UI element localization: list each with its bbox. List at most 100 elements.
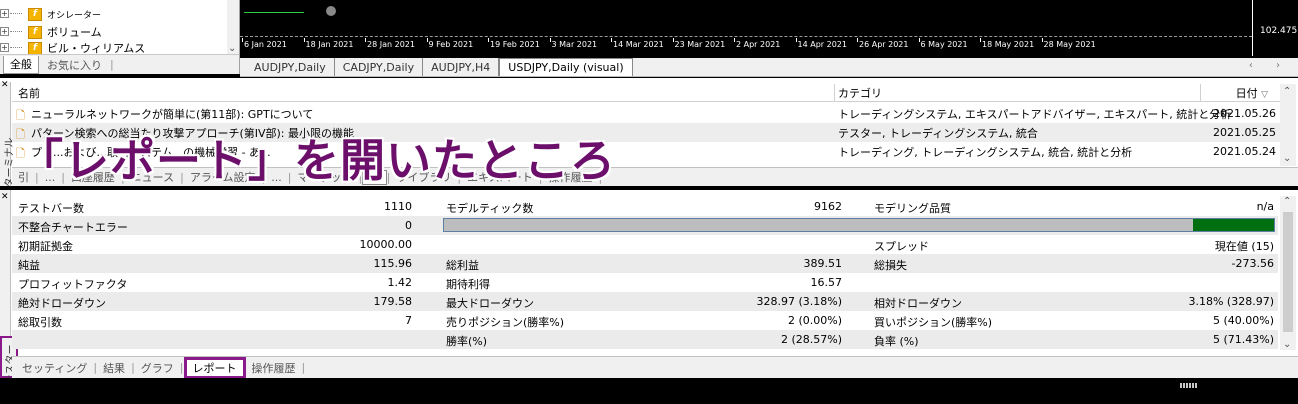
date-tick — [611, 38, 612, 42]
date-tick — [857, 38, 858, 42]
tab-report[interactable]: レポート — [183, 356, 246, 379]
date-tick — [734, 38, 735, 42]
report-label: モデリング品質 — [874, 202, 951, 215]
date-label: 3 Mar 2021 — [551, 40, 598, 49]
news-row[interactable]: 🗋 ニューラルネットワークが簡単に(第11部): GPTについて トレーディング… — [12, 104, 1280, 123]
date-axis: 6 Jan 2021 18 Jan 2021 28 Jan 2021 9 Feb 20… — [240, 38, 1254, 56]
report-row: 純益 115.96 総利益 389.51 総損失 -273.56 — [12, 254, 1278, 273]
news-category: トレーディング, トレーディングシステム, 統合, 統計と分析 — [838, 145, 1133, 159]
date-label: 28 May 2021 — [1043, 40, 1096, 49]
date-tick — [426, 38, 428, 42]
tab-favorites[interactable]: お気に入り — [39, 57, 110, 73]
report-value: 7 — [405, 314, 412, 327]
tab-separator: | — [110, 58, 114, 71]
report-value: 2 (28.57%) — [780, 333, 842, 346]
close-icon[interactable]: ✕ — [1, 192, 9, 202]
news-table-header: 名前 カテゴリ 日付 ▽ — [12, 84, 1280, 102]
navigator-item-label: ボリューム — [47, 26, 102, 39]
date-label: 26 Apr 2021 — [859, 40, 909, 49]
tab-settings[interactable]: セッティング — [16, 360, 93, 376]
report-row: 初期証拠金 10000.00 スプレッド 現在値 (15) — [12, 235, 1278, 254]
news-date: 2021.05.26 — [1213, 107, 1276, 120]
expand-icon[interactable]: + — [0, 43, 9, 52]
date-label: 18 Jan 2021 — [305, 40, 354, 49]
news-date: 2021.05.25 — [1213, 126, 1276, 139]
date-tick — [795, 38, 797, 42]
navigator-scrollbar[interactable]: ⌄ — [227, 0, 239, 56]
expand-icon[interactable]: + — [0, 9, 9, 18]
connection-meter-icon — [1180, 383, 1198, 388]
price-level-line — [240, 36, 1252, 37]
date-label: 2 Apr 2021 — [736, 40, 781, 49]
date-tick — [549, 38, 551, 42]
date-label: 18 May 2021 — [982, 40, 1035, 49]
chevron-down-icon[interactable]: ⌄ — [228, 43, 236, 54]
scroll-thumb[interactable] — [1283, 212, 1293, 332]
sort-arrow-icon: ▽ — [1261, 89, 1268, 100]
scroll-down-icon[interactable]: ⌄ — [1283, 153, 1291, 164]
column-header-date[interactable]: 日付 ▽ — [1236, 85, 1268, 101]
tab-scroll-arrows-icon[interactable]: ‹ › — [1249, 60, 1290, 71]
report-label: 期待利得 — [446, 278, 490, 291]
news-scrollbar[interactable]: ⌃ ⌄ — [1280, 84, 1296, 166]
navigator-item-volumes[interactable]: + f ボリューム — [0, 24, 102, 40]
price-label: 102.475 — [1260, 26, 1298, 36]
date-tick — [980, 38, 981, 42]
tester-scrollbar[interactable]: ⌃ ⌄ — [1280, 196, 1296, 350]
tab-chart-usdjpy-daily-visual[interactable]: USDJPY,Daily (visual) — [499, 58, 633, 76]
report-value: 115.96 — [373, 257, 413, 270]
navigator-item-label: オシレーター — [47, 10, 102, 21]
column-header-category[interactable]: カテゴリ — [838, 85, 882, 101]
date-tick — [672, 38, 674, 42]
tab-chart-cadjpy-daily[interactable]: CADJPY,Daily — [335, 58, 424, 76]
scroll-up-icon[interactable]: ⌃ — [1283, 196, 1291, 207]
navigator-tabs: 全般 お気に入り | — [0, 54, 239, 74]
column-header-name[interactable]: 名前 — [18, 85, 40, 101]
report-label: 総利益 — [446, 259, 479, 272]
function-icon: f — [28, 7, 42, 21]
chart-tabs: AUDJPY,Daily CADJPY,Daily AUDJPY,H4 USDJ… — [240, 58, 1298, 77]
report-value: 1110 — [384, 200, 412, 213]
expand-icon[interactable]: + — [0, 27, 9, 36]
navigator-item-oscillators[interactable]: + f オシレーター — [0, 6, 102, 22]
date-label: 14 Mar 2021 — [613, 40, 664, 49]
column-header-date-label: 日付 — [1235, 86, 1258, 100]
date-label: 19 Feb 2021 — [490, 40, 540, 49]
tab-chart-audjpy-h4[interactable]: AUDJPY,H4 — [423, 58, 500, 76]
navigator-panel: + f オシレーター + f ボリューム + f ビル・ウィリアムス ⌄ 全般 … — [0, 0, 240, 74]
report-value: 2 (0.00%) — [787, 314, 842, 327]
report-label: スプレッド — [874, 240, 929, 253]
close-icon[interactable]: ✕ — [1, 80, 9, 90]
report-label: 総損失 — [874, 259, 907, 272]
date-label: 9 Feb 2021 — [428, 40, 474, 49]
report-value: 16.57 — [810, 276, 843, 289]
news-category: テスター, トレーディングシステム, 統合 — [838, 126, 1038, 140]
news-date: 2021.05.24 — [1213, 145, 1276, 158]
report-row: 総取引数 7 売りポジション(勝率%) 2 (0.00%) 買いポジション(勝率… — [12, 311, 1278, 330]
report-value: 9162 — [814, 200, 842, 213]
report-row: 絶対ドローダウン 179.58 最大ドローダウン 328.97 (3.18%) … — [12, 292, 1278, 311]
scroll-up-icon[interactable]: ⌃ — [1283, 86, 1291, 97]
modeling-quality-fill — [1193, 219, 1274, 231]
scroll-down-icon[interactable]: ⌄ — [1283, 339, 1291, 350]
date-label: 14 Apr 2021 — [797, 40, 847, 49]
report-label: 負率 (%) — [874, 335, 919, 348]
report-label: 絶対ドローダウン — [18, 297, 106, 310]
modeling-quality-bar — [443, 218, 1275, 232]
function-icon: f — [28, 41, 42, 55]
tab-all[interactable]: 全般 — [3, 55, 39, 74]
date-label: 28 Jan 2021 — [367, 40, 415, 49]
tab-journal[interactable]: 操作履歴 — [246, 360, 302, 376]
date-tick — [365, 38, 366, 42]
report-value: 389.51 — [803, 257, 843, 270]
tab-results[interactable]: 結果 — [97, 360, 131, 376]
report-label: プロフィットファクタ — [18, 278, 128, 291]
report-value: -273.56 — [1231, 257, 1274, 270]
report-value: 3.18% (328.97) — [1188, 295, 1274, 308]
date-label: 23 Mar 2021 — [674, 40, 726, 49]
tab-chart-audjpy-daily[interactable]: AUDJPY,Daily — [246, 58, 335, 76]
function-icon: f — [28, 25, 42, 39]
tab-graph[interactable]: グラフ — [135, 360, 180, 376]
date-tick — [918, 38, 920, 42]
news-title: ニューラルネットワークが簡単に(第11部): GPTについて — [31, 107, 314, 121]
